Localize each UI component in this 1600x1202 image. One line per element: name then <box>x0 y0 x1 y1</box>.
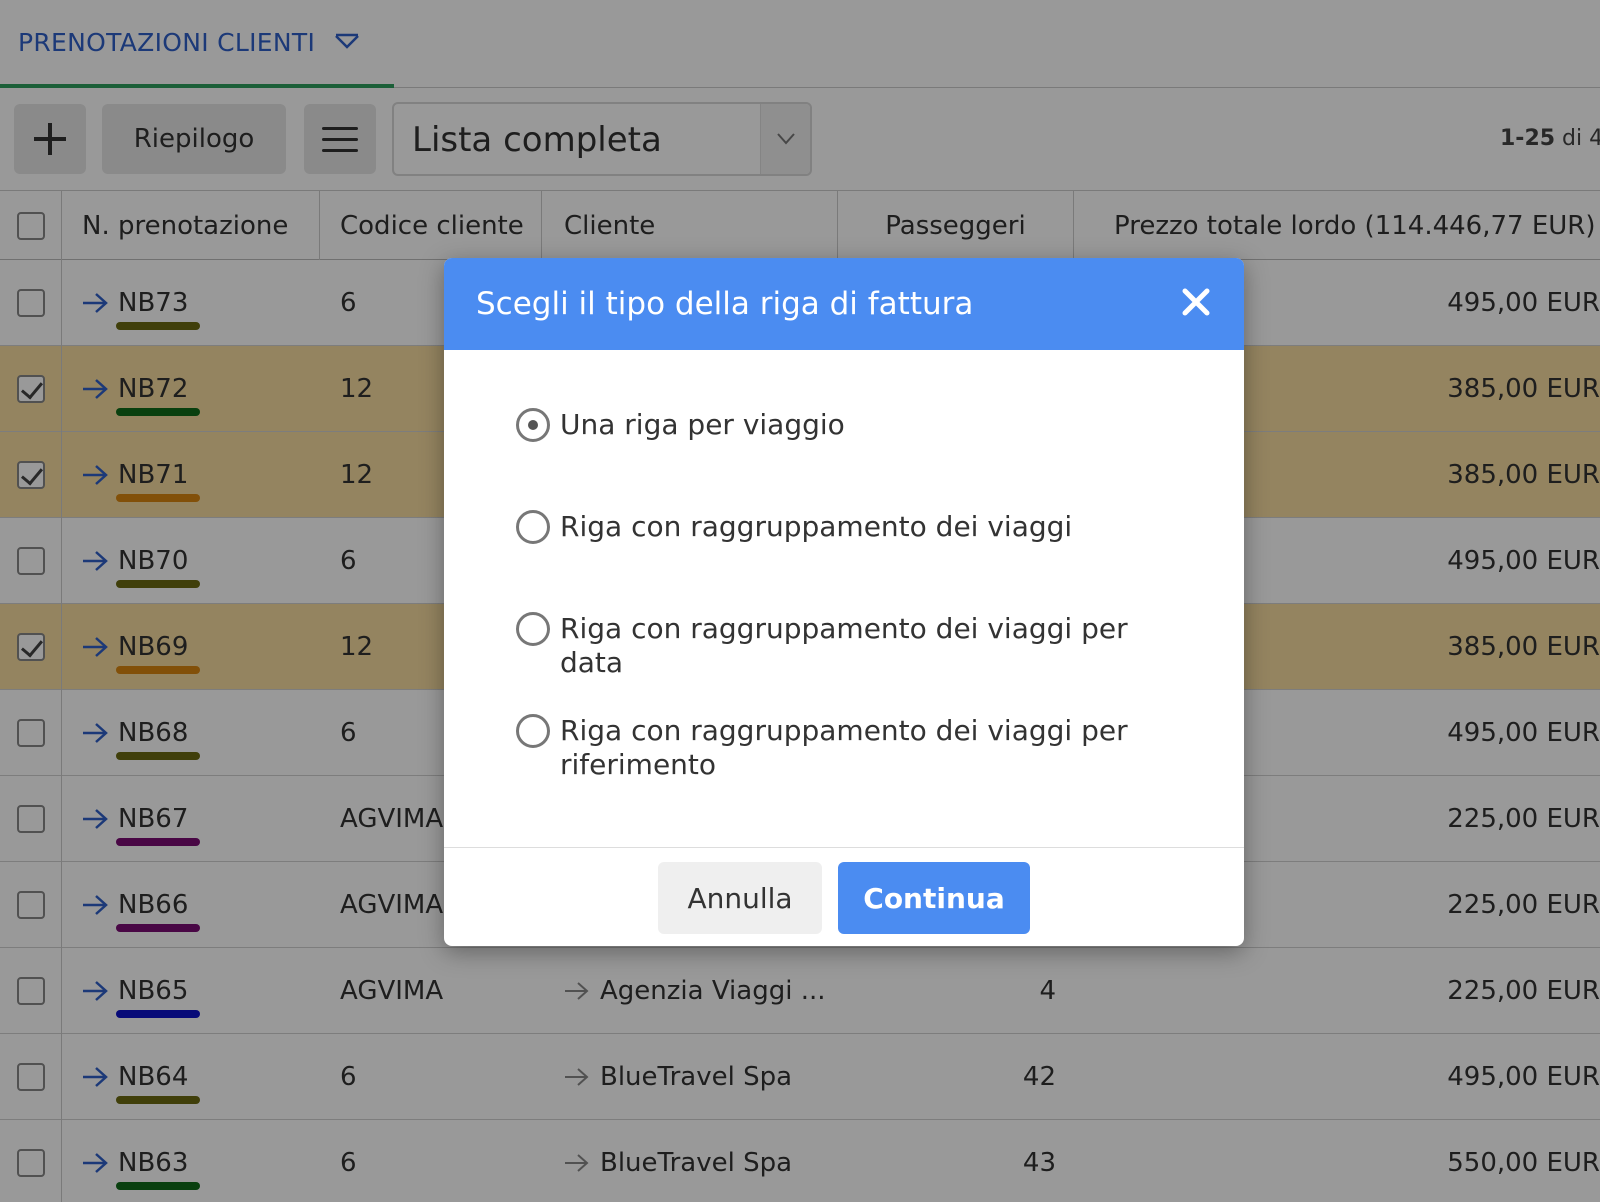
dialog-body: Una riga per viaggio Riga con raggruppam… <box>444 350 1244 848</box>
option-grouped-by-date[interactable]: Riga con raggruppamento dei viaggi per d… <box>516 612 1140 680</box>
dialog-title: Scegli il tipo della riga di fattura <box>476 286 974 322</box>
radio-button[interactable] <box>516 510 550 544</box>
cancel-button[interactable]: Annulla <box>658 862 822 934</box>
dialog-footer: Annulla Continua <box>444 848 1244 946</box>
option-grouped-by-reference[interactable]: Riga con raggruppamento dei viaggi per r… <box>516 714 1140 782</box>
option-label: Una riga per viaggio <box>560 408 845 441</box>
option-label: Riga con raggruppamento dei viaggi <box>560 510 1073 543</box>
radio-button[interactable] <box>516 714 550 748</box>
continue-button[interactable]: Continua <box>838 862 1030 934</box>
radio-button[interactable] <box>516 408 550 442</box>
option-label: Riga con raggruppamento dei viaggi per r… <box>560 714 1128 781</box>
option-grouped-trips[interactable]: Riga con raggruppamento dei viaggi <box>516 510 1140 544</box>
invoice-line-type-dialog: Scegli il tipo della riga di fattura Una… <box>444 258 1244 946</box>
option-one-line-per-trip[interactable]: Una riga per viaggio <box>516 408 1140 442</box>
dialog-header: Scegli il tipo della riga di fattura <box>444 258 1244 350</box>
close-icon[interactable] <box>1180 286 1212 318</box>
option-label: Riga con raggruppamento dei viaggi per d… <box>560 612 1128 679</box>
radio-button[interactable] <box>516 612 550 646</box>
